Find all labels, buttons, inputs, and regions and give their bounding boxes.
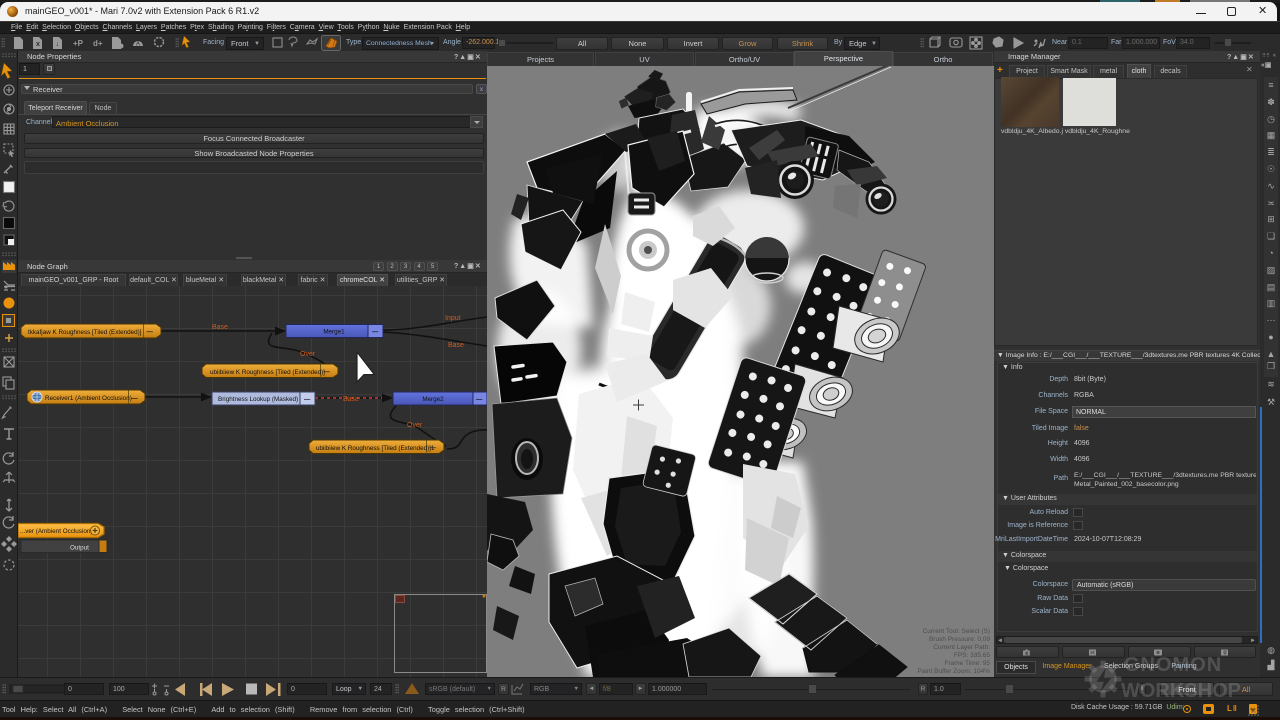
svg-text:Current Layer Path:: Current Layer Path: <box>933 644 990 651</box>
svg-text:ubiibiiew K Roughness [Tiled (: ubiibiiew K Roughness [Tiled (Extended)]… <box>316 445 435 452</box>
svg-text:Output: Output <box>70 545 89 552</box>
svg-text:—: — <box>324 369 331 376</box>
svg-text:FPS: 335.65: FPS: 335.65 <box>954 652 991 659</box>
svg-text:Merge1: Merge1 <box>323 329 345 336</box>
svg-text:Brightness Lookup (Masked): Brightness Lookup (Masked) <box>218 396 298 403</box>
svg-text:Over: Over <box>300 351 316 358</box>
svg-text:Base: Base <box>212 324 228 331</box>
svg-text:+P: +P <box>73 39 84 48</box>
svg-text:—: — <box>430 445 437 452</box>
svg-text:d+: d+ <box>93 39 103 48</box>
svg-text:↓: ↓ <box>56 41 60 48</box>
svg-text:Merge2: Merge2 <box>422 396 444 403</box>
svg-text:Over: Over <box>407 422 423 429</box>
svg-text:—: — <box>132 395 139 402</box>
svg-text:—: — <box>476 396 483 403</box>
svg-text:x: x <box>36 41 40 48</box>
svg-text:—: — <box>304 396 311 403</box>
svg-text:Receiver1 (Ambient Occlusion): Receiver1 (Ambient Occlusion) <box>45 395 132 402</box>
svg-text:ubiibiiew K Roughness [Tiled (: ubiibiiew K Roughness [Tiled (Extended)] <box>210 369 325 376</box>
svg-text:Brush Pressure: 0.09: Brush Pressure: 0.09 <box>929 636 990 643</box>
svg-text:Frame Time: 95: Frame Time: 95 <box>944 660 990 667</box>
svg-text:—: — <box>372 329 379 336</box>
svg-text:Current Tool: Select (S): Current Tool: Select (S) <box>923 628 990 635</box>
svg-text:A: A <box>136 42 140 48</box>
svg-text:Input: Input <box>445 315 461 322</box>
svg-text:—: — <box>147 329 154 336</box>
svg-text:Base: Base <box>448 342 464 349</box>
svg-text:tkkafjaw K Roughness [Tiled (E: tkkafjaw K Roughness [Tiled (Extended)] <box>28 329 142 336</box>
svg-text:Paint Buffer Zoom: 104%: Paint Buffer Zoom: 104% <box>917 668 990 675</box>
svg-text:...ver (Ambient Occlusion): ...ver (Ambient Occlusion) <box>20 528 92 535</box>
svg-text:Base: Base <box>343 396 359 403</box>
